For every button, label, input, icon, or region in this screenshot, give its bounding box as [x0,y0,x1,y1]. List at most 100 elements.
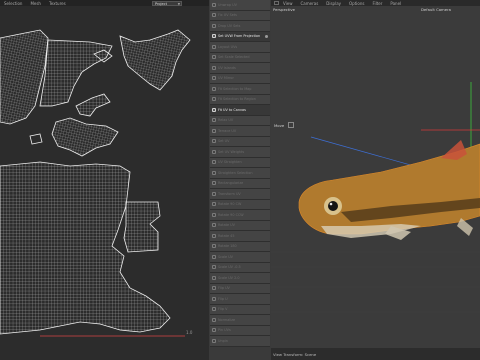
tool-item[interactable]: Unwrap UV [210,0,270,11]
menu-textures[interactable]: Textures [45,1,70,6]
tool-item-label: UV Straighten [218,160,242,165]
tool-item-label: Fit Selection to Map [218,86,252,91]
menu-mesh[interactable]: Mesh [26,1,45,6]
tool-icon [212,223,216,228]
tool-item[interactable]: Rotate 90 CW [210,199,270,210]
tool-item[interactable]: Fit UV to Canvas [210,105,270,116]
menu-filter[interactable]: Filter [368,1,386,6]
tool-icon [212,23,216,28]
uv-island-strip[interactable] [123,201,161,253]
tool-item[interactable]: Relax UV [210,115,270,126]
tool-item[interactable]: Set UV [210,136,270,147]
uv-island-tail-fin[interactable] [119,29,191,91]
menu-panel[interactable]: Panel [386,1,405,6]
tool-item-label: Flip V [218,307,228,312]
uv-canvas[interactable] [0,6,209,360]
tool-item[interactable]: Normalize [210,315,270,326]
tool-item[interactable]: Fix UV Sets [210,10,270,21]
fish-eye-highlight [329,202,333,206]
tool-icon [212,307,216,312]
chevron-down-icon: ▼ [177,1,180,6]
tool-item[interactable]: Scale UV [210,252,270,263]
tool-icon [212,55,216,60]
tool-item-label: Relax UV [218,118,234,123]
tool-item-label: Terrace UV [218,128,237,133]
tool-item[interactable]: Set UV Weights [210,147,270,158]
tool-item-label: Fit UV to Canvas [218,107,246,112]
tool-item-label: Unwrap UV [218,2,237,7]
tool-item[interactable]: Unpin [210,336,270,347]
menu-options[interactable]: Options [345,1,368,6]
uv-island-body[interactable] [0,29,49,125]
tool-item[interactable]: Rectangularize [210,178,270,189]
tool-icon [212,202,216,207]
tool-icon [212,107,216,112]
move-tool-label: Move [274,123,285,128]
tool-icon [212,97,216,102]
tool-item[interactable]: UV Straighten [210,157,270,168]
tool-item[interactable]: Layout UVs [210,42,270,53]
tool-item-label: Fit Selection to Region [218,97,256,102]
tool-icon [212,86,216,91]
viewport-camera-label[interactable]: Default Camera [421,7,451,12]
tool-item-label: Set UV [218,139,230,144]
tool-item[interactable]: Set UVW From Projection [210,31,270,42]
tool-item-label: Scale UV -0.5 [218,265,241,270]
tool-item-label: Rotate 90 CCW [218,212,244,217]
tool-icon [212,212,216,217]
tool-item[interactable]: Rotate 90 CCW [210,210,270,221]
tool-item[interactable]: Transform UV [210,189,270,200]
menu-display[interactable]: Display [322,1,345,6]
tool-item-label: UV Mirror [218,76,234,81]
tool-item[interactable]: Set Scale Selected [210,52,270,63]
tool-item-label: Rotate 90 CW [218,202,242,207]
tool-item-label: Normalize [218,317,236,322]
uv-island-small-1[interactable] [75,93,111,117]
project-dropdown[interactable]: Project ▼ [152,0,182,6]
tool-item[interactable]: Scale UV -0.5 [210,262,270,273]
viewport-status-bar: View Transform: Scene [271,348,480,360]
tool-item[interactable]: Flip V [210,304,270,315]
menu-view[interactable]: View [279,1,297,6]
tool-item[interactable]: Pin UVs [210,325,270,336]
tool-icon [212,244,216,249]
tool-icon [212,191,216,196]
tool-item-label: Straighten Selection [218,170,253,175]
uv-island-small-3[interactable] [29,133,43,145]
tool-item[interactable]: Flip U [210,294,270,305]
3d-viewport-canvas[interactable] [271,12,480,348]
tool-item[interactable]: UV Islands [210,63,270,74]
tool-icon [212,139,216,144]
fish-model[interactable] [298,140,480,240]
tool-item-label: Scale UV 2.0 [218,275,240,280]
tool-item[interactable]: UV Mirror [210,73,270,84]
tool-item-label: Flip U [218,296,228,301]
tool-item[interactable]: Fit Selection to Map [210,84,270,95]
options-icon[interactable] [265,34,268,38]
tool-item-label: Set UVW From Projection [218,34,261,39]
uv-island-fin-mid[interactable] [51,117,119,157]
uv-tool-list: Unwrap UV Fix UV Sets Drop UV Sets Set UVW … [209,0,271,360]
tool-item-label: Rotate 180 [218,244,237,249]
tool-item[interactable]: Terrace UV [210,126,270,137]
tool-icon [212,34,216,39]
move-tool-icon[interactable] [288,122,294,128]
tool-item[interactable]: Rotate UV [210,220,270,231]
tool-item[interactable]: Scale UV 2.0 [210,273,270,284]
tool-icon [212,13,216,18]
tool-item[interactable]: Flip UV [210,283,270,294]
tool-icon [212,65,216,70]
tool-item[interactable]: Rotate 180 [210,241,270,252]
tool-item[interactable]: Fit Selection to Region [210,94,270,105]
tool-icon [212,265,216,270]
tool-item[interactable]: Rotate 45 [210,231,270,242]
viewport-menubar: View Cameras Display Options Filter Pane… [271,0,480,6]
menu-selection[interactable]: Selection [0,1,26,6]
tool-icon [212,2,216,7]
tool-item[interactable]: Drop UV Sets [210,21,270,32]
tool-item-label: Rectangularize [218,181,244,186]
tool-item[interactable]: Straighten Selection [210,168,270,179]
tool-icon [212,149,216,154]
menu-cameras[interactable]: Cameras [297,1,323,6]
tool-item-label: Unpin [218,338,228,343]
